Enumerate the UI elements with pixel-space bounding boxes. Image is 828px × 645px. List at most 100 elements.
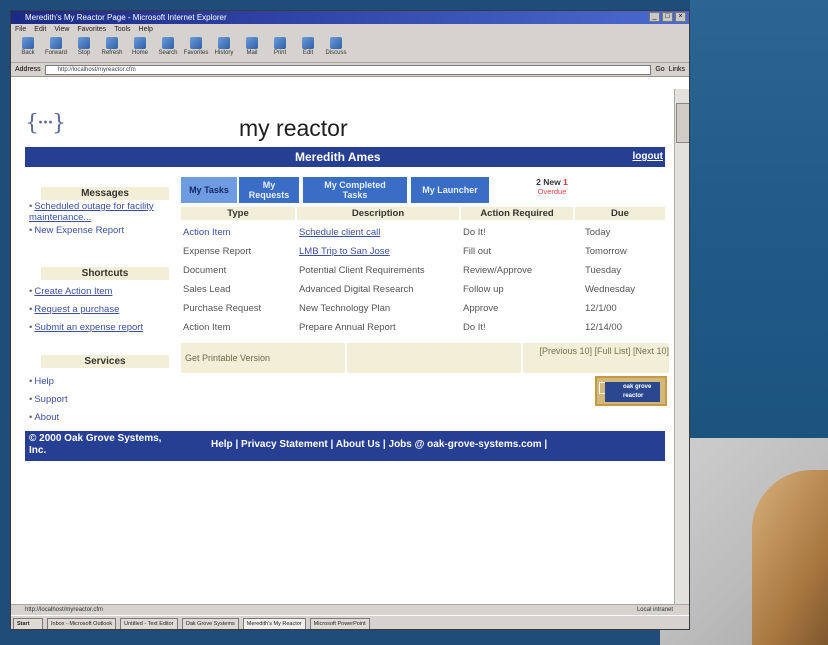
shortcuts-header: Shortcuts — [41, 267, 169, 280]
home-button[interactable]: Home — [129, 36, 151, 61]
search-button[interactable]: Search — [157, 36, 179, 61]
minimize-button[interactable]: _ — [649, 12, 660, 22]
menu-favorites[interactable]: Favorites — [77, 24, 106, 35]
maximize-button[interactable]: □ — [662, 12, 673, 22]
printable-version-link[interactable]: Get Printable Version — [185, 353, 270, 363]
back-icon — [22, 36, 34, 49]
person-hair — [752, 470, 828, 645]
task-due: 12/14/00 — [585, 322, 622, 333]
shortcut-create-action-item[interactable]: • Create Action Item — [29, 286, 112, 297]
go-button[interactable]: Go — [655, 66, 664, 73]
task-action: Fill out — [463, 246, 491, 257]
task-type: Action Item — [183, 322, 231, 333]
mail-button[interactable]: Mail — [241, 36, 263, 61]
task-action: Do It! — [463, 227, 486, 238]
task-type: Expense Report — [183, 246, 252, 257]
page-content: {···} my reactor Meredith Ames logout Me… — [11, 89, 674, 604]
reactor-logo-icon: {···} — [25, 111, 66, 136]
taskbar-item-powerpoint[interactable]: Microsoft PowerPoint — [309, 617, 370, 629]
tab-my-completed-tasks[interactable]: My Completed Tasks — [303, 177, 407, 203]
page-title: my reactor — [239, 115, 348, 141]
col-type-header: Type — [181, 207, 295, 220]
edit-icon — [302, 36, 314, 49]
vertical-scrollbar[interactable] — [674, 89, 689, 604]
service-help-link[interactable]: • Help — [29, 376, 54, 387]
history-button[interactable]: History — [213, 36, 235, 61]
task-due: Today — [585, 227, 611, 238]
task-type: Sales Lead — [183, 284, 231, 295]
page-footer: © 2000 Oak Grove Systems, Inc. Help | Pr… — [25, 431, 665, 461]
menu-tools[interactable]: Tools — [114, 24, 130, 35]
task-description[interactable]: LMB Trip to San Jose — [299, 246, 390, 258]
menu-view[interactable]: View — [54, 24, 69, 35]
taskbar-item-editor[interactable]: Untitled - Text Editor — [120, 617, 178, 629]
address-bar: Address http://localhost/myreactor.cfm G… — [11, 63, 689, 77]
start-button[interactable]: Start — [13, 617, 43, 629]
discuss-button[interactable]: Discuss — [325, 36, 347, 61]
task-type[interactable]: Action Item — [183, 227, 231, 239]
menu-help[interactable]: Help — [139, 24, 153, 35]
message-link[interactable]: • Scheduled outage for facility maintenan… — [29, 201, 179, 223]
edit-button[interactable]: Edit — [297, 36, 319, 61]
task-action: Follow up — [463, 284, 504, 295]
forward-button[interactable]: Forward — [45, 36, 67, 61]
logout-link[interactable]: logout — [632, 151, 663, 162]
home-icon — [134, 36, 146, 49]
footer-links[interactable]: Help | Privacy Statement | About Us | Jo… — [211, 439, 547, 450]
new-task-count[interactable]: 2 New 1 Overdue — [527, 177, 577, 196]
favorites-icon — [190, 36, 202, 49]
tab-my-requests[interactable]: My Requests — [239, 177, 299, 203]
task-action: Do It! — [463, 322, 486, 333]
taskbar-item-myreactor[interactable]: Meredith's My Reactor — [242, 617, 306, 629]
favorites-button[interactable]: Favorites — [184, 36, 208, 61]
copyright: © 2000 Oak Grove Systems, Inc. — [29, 433, 162, 456]
shortcut-request-purchase[interactable]: • Request a purchase — [29, 304, 119, 315]
service-about-link[interactable]: • About — [29, 412, 59, 423]
powered-by-badge[interactable]: oak grove reactor — [595, 376, 667, 406]
task-type: Purchase Request — [183, 303, 262, 314]
status-text: http://localhost/myreactor.cfm — [25, 607, 104, 613]
browser-toolbar: Back Forward Stop Refresh Home Search Fa… — [11, 35, 689, 63]
back-button[interactable]: Back — [17, 36, 39, 61]
scroll-thumb[interactable] — [676, 103, 689, 143]
address-input[interactable]: http://localhost/myreactor.cfm — [44, 64, 652, 75]
forward-icon — [50, 36, 62, 49]
message-link[interactable]: • New Expense Report — [29, 225, 179, 236]
links-button[interactable]: Links — [669, 66, 685, 73]
print-button[interactable]: Print — [269, 36, 291, 61]
user-header-bar: Meredith Ames logout — [25, 147, 665, 167]
windows-taskbar: Start Inbox - Microsoft Outlook Untitled… — [11, 615, 689, 629]
refresh-button[interactable]: Refresh — [101, 36, 123, 61]
menu-bar: File Edit View Favorites Tools Help — [11, 24, 689, 35]
discuss-icon — [330, 36, 342, 49]
messages-header: Messages — [41, 187, 169, 200]
task-description[interactable]: New Technology Plan — [299, 303, 390, 315]
overdue-label: Overdue — [537, 187, 567, 196]
close-button[interactable]: × — [675, 12, 686, 22]
task-description[interactable]: Schedule client call — [299, 227, 380, 239]
services-header: Services — [41, 355, 169, 368]
stop-icon — [78, 36, 90, 49]
search-icon — [162, 36, 174, 49]
menu-file[interactable]: File — [15, 24, 26, 35]
taskbar-item-outlook[interactable]: Inbox - Microsoft Outlook — [47, 617, 117, 629]
task-due: Tomorrow — [585, 246, 627, 257]
table-foot-spacer — [347, 343, 521, 373]
security-zone: Local intranet — [636, 607, 673, 613]
tab-my-tasks[interactable]: My Tasks — [181, 177, 237, 203]
window-title: Meredith's My Reactor Page - Microsoft I… — [25, 13, 227, 22]
history-icon — [218, 36, 230, 49]
monitor-screen: Meredith's My Reactor Page - Microsoft I… — [10, 10, 690, 630]
shortcut-submit-expense[interactable]: • Submit an expense report — [29, 322, 169, 333]
task-description[interactable]: Prepare Annual Report — [299, 322, 396, 334]
service-support-link[interactable]: • Support — [29, 394, 68, 405]
tab-my-launcher[interactable]: My Launcher — [411, 177, 489, 203]
taskbar-item-oakgrove[interactable]: Oak Grove Systems — [181, 617, 239, 629]
task-action: Approve — [463, 303, 499, 314]
pager-links[interactable]: [Previous 10] [Full List] [Next 10] — [523, 346, 669, 357]
task-action: Review/Approve — [463, 265, 533, 276]
stop-button[interactable]: Stop — [73, 36, 95, 61]
task-description[interactable]: Advanced Digital Research — [299, 284, 414, 296]
task-description[interactable]: Potential Client Requirements — [299, 265, 425, 277]
menu-edit[interactable]: Edit — [34, 24, 46, 35]
